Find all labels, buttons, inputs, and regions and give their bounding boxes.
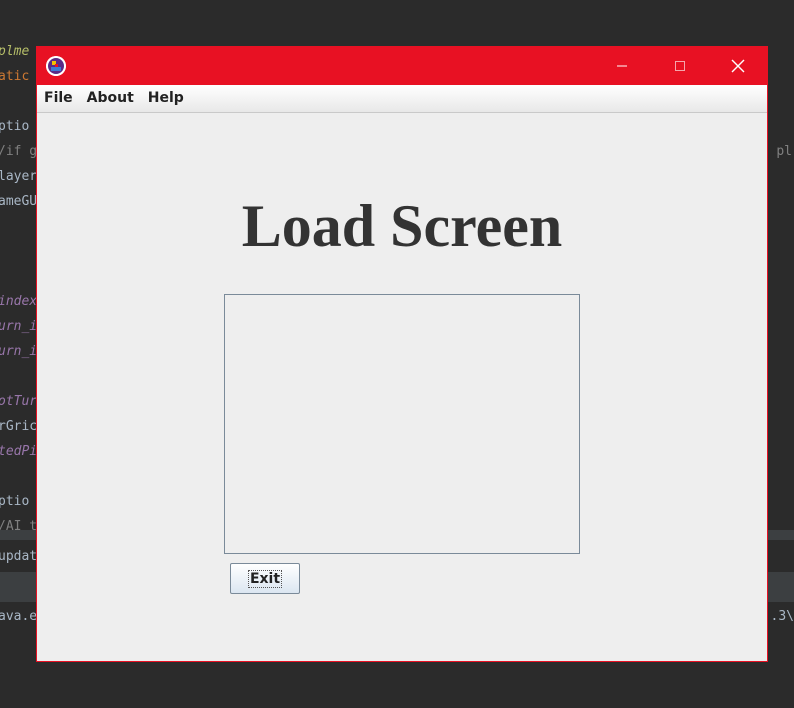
code-line: otTur <box>0 394 38 409</box>
java-app-icon <box>46 56 66 76</box>
code-line: index <box>0 294 38 309</box>
exit-button[interactable]: Exit <box>230 563 300 594</box>
code-line: .3\ <box>770 609 794 624</box>
menu-file[interactable]: File <box>37 85 80 112</box>
load-screen-window: File About Help Load Screen Exit <box>36 46 768 662</box>
exit-button-label: Exit <box>247 569 283 588</box>
code-line: ameGU <box>0 194 38 209</box>
close-icon <box>731 59 745 73</box>
title-bar[interactable] <box>37 47 767 85</box>
code-line: /if g <box>0 144 38 159</box>
menu-bar: File About Help <box>37 85 767 113</box>
close-button[interactable] <box>709 47 767 85</box>
code-line: ava.e <box>0 609 38 624</box>
code-line: pl <box>776 144 792 159</box>
code-line: ptio <box>0 119 30 134</box>
code-line: atic <box>0 69 30 84</box>
page-title: Load Screen <box>241 193 563 259</box>
code-line: layer <box>0 169 38 184</box>
maximize-icon <box>675 61 685 71</box>
minimize-button[interactable] <box>593 47 651 85</box>
menu-help[interactable]: Help <box>141 85 191 112</box>
maximize-button[interactable] <box>651 47 709 85</box>
code-line: urn_i <box>0 344 38 359</box>
code-line: urn_i <box>0 319 38 334</box>
code-line: plme <box>0 44 30 59</box>
menu-about[interactable]: About <box>80 85 141 112</box>
code-line: rGric <box>0 419 38 434</box>
code-line: tedPi <box>0 444 38 459</box>
load-list-area[interactable] <box>224 294 580 554</box>
code-line: ptio <box>0 494 30 509</box>
minimize-icon <box>617 65 627 67</box>
code-line: updat <box>0 549 38 564</box>
